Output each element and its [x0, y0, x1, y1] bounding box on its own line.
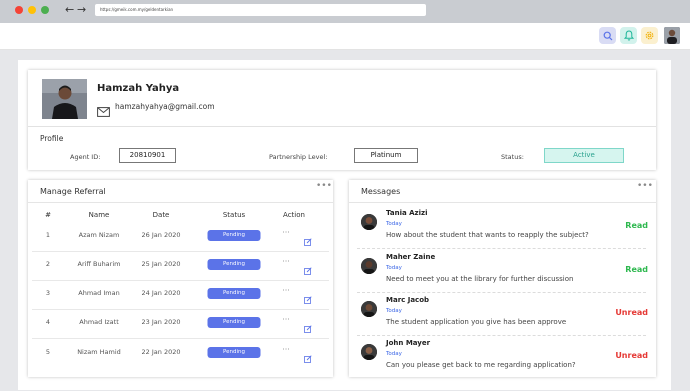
row-more-menu[interactable]: ··· — [282, 286, 290, 295]
edit-icon[interactable] — [304, 231, 312, 250]
avatar — [361, 214, 377, 230]
divider — [32, 338, 329, 339]
user-avatar[interactable] — [664, 27, 680, 44]
dashboard-panel: Hamzah Yahya hamzahyahya@gmail.com Profi… — [18, 60, 671, 390]
status-label: Status: — [501, 153, 524, 161]
divider — [28, 126, 656, 127]
message-item[interactable]: Tania Azizi Today How about the student th… — [349, 205, 656, 249]
status-badge: Pending — [207, 259, 261, 270]
row-more-menu[interactable]: ··· — [282, 257, 290, 266]
row-number: 1 — [45, 231, 51, 239]
col-header-name: Name — [88, 211, 110, 219]
row-more-menu[interactable]: ··· — [282, 315, 290, 324]
message-preview: Can you please get back to me regarding … — [386, 361, 576, 369]
agent-id-field: 20810901 — [119, 148, 176, 163]
row-name: Nizam Hamid — [77, 348, 121, 356]
referral-card-title: Manage Referral — [40, 187, 106, 196]
col-header-date: Date — [152, 211, 170, 219]
row-number: 3 — [45, 289, 51, 297]
avatar — [361, 301, 377, 317]
row-date: 22 Jan 2020 — [141, 348, 181, 356]
edit-icon[interactable] — [304, 289, 312, 308]
row-date: 23 Jan 2020 — [141, 318, 181, 326]
message-item[interactable]: Marc Jacob Today The student application y… — [349, 292, 656, 336]
message-time: Today — [386, 308, 402, 314]
col-header-action: Action — [283, 211, 305, 219]
message-time: Today — [386, 221, 402, 227]
gear-icon[interactable] — [641, 27, 658, 44]
close-window-dot[interactable] — [15, 6, 23, 14]
message-status: Read — [625, 221, 648, 230]
message-preview: Need to meet you at the library for furt… — [386, 275, 574, 283]
messages-more-menu[interactable]: ••• — [637, 181, 653, 191]
message-item[interactable]: Maher Zaine Today Need to meet you at the … — [349, 249, 656, 293]
back-arrow-icon[interactable]: ← — [65, 3, 74, 17]
message-status: Unread — [615, 351, 648, 360]
edit-icon[interactable] — [304, 260, 312, 279]
table-row: 5 Nizam Hamid 22 Jan 2020 Pending ··· — [28, 340, 333, 369]
row-date: 25 Jan 2020 — [141, 260, 181, 268]
partnership-level-label: Partnership Level: — [269, 153, 328, 161]
message-status: Read — [625, 265, 648, 274]
app-header — [0, 23, 690, 50]
divider — [28, 202, 333, 203]
message-time: Today — [386, 351, 402, 357]
profile-section-title: Profile — [40, 134, 64, 143]
message-preview: How about the student that wants to reap… — [386, 231, 589, 239]
divider — [349, 202, 656, 203]
table-row: 1 Azam Nizam 26 Jan 2020 Pending ··· — [28, 223, 333, 252]
status-badge: Active — [544, 148, 624, 163]
row-more-menu[interactable]: ··· — [282, 228, 290, 237]
message-sender: Maher Zaine — [386, 253, 436, 261]
manage-referral-card: Manage Referral ••• # Name Date Status A… — [28, 180, 333, 377]
partnership-level-field: Platinum — [354, 148, 418, 163]
row-name: Ariff Buharim — [77, 260, 121, 268]
row-number: 5 — [45, 348, 51, 356]
browser-toolbar: ← → https://gmeik.com.my/geldentarkian — [0, 0, 690, 23]
col-header-status: Status — [222, 211, 246, 219]
row-name: Ahmad Izatt — [79, 318, 119, 326]
message-item[interactable]: John Mayer Today Can you please get back t… — [349, 335, 656, 379]
minimize-window-dot[interactable] — [28, 6, 36, 14]
message-time: Today — [386, 265, 402, 271]
edit-icon[interactable] — [304, 348, 312, 367]
table-row: 4 Ahmad Izatt 23 Jan 2020 Pending ··· — [28, 310, 333, 339]
message-sender: Marc Jacob — [386, 296, 430, 304]
forward-arrow-icon[interactable]: → — [77, 3, 86, 17]
message-sender: Tania Azizi — [386, 209, 428, 217]
table-row: 2 Ariff Buharim 25 Jan 2020 Pending ··· — [28, 252, 333, 281]
address-bar[interactable]: https://gmeik.com.my/geldentarkian — [95, 4, 426, 16]
avatar — [361, 258, 377, 274]
referral-more-menu[interactable]: ••• — [316, 181, 332, 191]
row-number: 4 — [45, 318, 51, 326]
mail-icon — [97, 102, 110, 121]
messages-card-title: Messages — [361, 187, 401, 196]
maximize-window-dot[interactable] — [41, 6, 49, 14]
bell-icon[interactable] — [620, 27, 637, 44]
col-header-number: # — [45, 211, 51, 219]
row-date: 26 Jan 2020 — [141, 231, 181, 239]
message-preview: The student application you give has bee… — [386, 318, 567, 326]
profile-photo — [42, 79, 87, 119]
row-name: Azam Nizam — [78, 231, 120, 239]
messages-card: Messages ••• Tania Azizi Today How about t… — [349, 180, 656, 377]
search-icon[interactable] — [599, 27, 616, 44]
agent-id-label: Agent ID: — [70, 153, 101, 161]
row-date: 24 Jan 2020 — [141, 289, 181, 297]
message-status: Unread — [615, 308, 648, 317]
row-more-menu[interactable]: ··· — [282, 345, 290, 354]
table-row: 3 Ahmad Iman 24 Jan 2020 Pending ··· — [28, 281, 333, 310]
profile-name: Hamzah Yahya — [97, 83, 180, 94]
status-badge: Pending — [207, 230, 261, 241]
profile-email: hamzahyahya@gmail.com — [115, 102, 215, 111]
avatar — [361, 344, 377, 360]
profile-card: Hamzah Yahya hamzahyahya@gmail.com Profi… — [28, 70, 656, 170]
edit-icon[interactable] — [304, 318, 312, 337]
message-sender: John Mayer — [386, 339, 431, 347]
status-badge: Pending — [207, 317, 261, 328]
status-badge: Pending — [207, 347, 261, 358]
row-name: Ahmad Iman — [78, 289, 120, 297]
row-number: 2 — [45, 260, 51, 268]
status-badge: Pending — [207, 288, 261, 299]
